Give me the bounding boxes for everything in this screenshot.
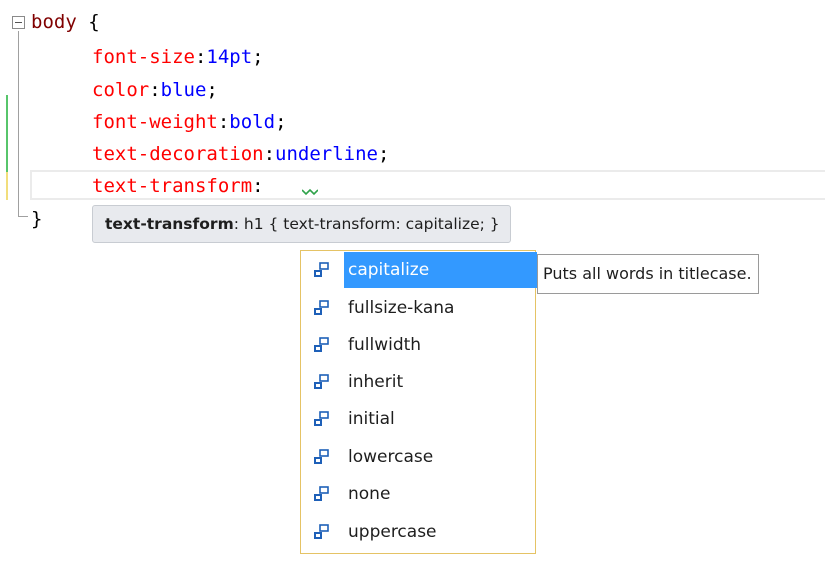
completion-item-label: none: [348, 484, 391, 504]
quick-info-tooltip: text-transform: h1 { text-transform: cap…: [92, 205, 511, 243]
completion-item-label: uppercase: [348, 522, 437, 542]
warning-squiggle-icon: [302, 188, 318, 196]
completion-item-uppercase[interactable]: uppercase: [304, 514, 534, 550]
code-line-selector[interactable]: body {: [31, 7, 100, 37]
completion-item-label: fullwidth: [348, 335, 422, 355]
code-line-declaration[interactable]: text-decoration:underline;: [92, 139, 389, 169]
quick-info-example: h1 { text-transform: capitalize; }: [243, 215, 500, 233]
property-value-icon: [314, 411, 329, 426]
close-brace: }: [31, 208, 43, 230]
css-value: underline: [275, 143, 378, 165]
completion-item-label: lowercase: [348, 447, 434, 467]
completion-item-label: initial: [348, 409, 395, 429]
css-selector: body: [31, 11, 77, 33]
code-line-declaration[interactable]: color:blue;: [92, 75, 218, 105]
completion-item-none[interactable]: none: [304, 476, 534, 512]
completion-list[interactable]: capitalize fullsize-kana fullwidth inher…: [300, 250, 537, 554]
completion-item-initial[interactable]: initial: [304, 401, 534, 437]
completion-item-fullsize-kana[interactable]: fullsize-kana: [304, 290, 534, 326]
completion-item-label: inherit: [348, 372, 404, 392]
colon: :: [194, 46, 207, 68]
completion-item-inherit[interactable]: inherit: [304, 364, 534, 400]
css-property: font-size: [92, 46, 195, 68]
completion-item-label: capitalize: [344, 252, 537, 288]
property-value-icon: [314, 262, 329, 277]
completion-item-label: fullsize-kana: [348, 298, 455, 318]
completion-description-tooltip: Puts all words in titlecase.: [537, 254, 759, 294]
colon: :: [252, 175, 264, 197]
css-value: 14pt: [206, 46, 253, 68]
colon: :: [263, 143, 276, 165]
property-value-icon: [314, 486, 329, 501]
colon: :: [149, 79, 161, 101]
quick-info-property: text-transform: [105, 215, 234, 233]
outline-guide-end: [18, 216, 28, 217]
css-property: text-decoration: [92, 143, 264, 165]
change-marker-saved: [6, 95, 8, 175]
css-property: color: [92, 79, 150, 101]
property-value-icon: [314, 524, 329, 539]
semicolon: ;: [275, 111, 287, 133]
property-value-icon: [314, 449, 329, 464]
css-value: blue: [160, 79, 207, 101]
open-brace: {: [88, 11, 100, 33]
property-value-icon: [314, 300, 329, 315]
semicolon: ;: [378, 143, 390, 165]
property-value-icon: [314, 337, 329, 352]
css-value: bold: [229, 111, 276, 133]
code-line-declaration[interactable]: font-weight:bold;: [92, 107, 287, 137]
code-line-close[interactable]: }: [31, 204, 42, 234]
completion-item-fullwidth[interactable]: fullwidth: [304, 327, 534, 363]
css-property: font-weight: [92, 111, 218, 133]
change-marker-unsaved: [6, 172, 8, 200]
css-property: text-transform: [92, 175, 253, 197]
outline-guide: [18, 31, 19, 217]
completion-item-capitalize[interactable]: capitalize: [304, 252, 537, 288]
property-value-icon: [314, 374, 329, 389]
semicolon: ;: [252, 46, 264, 68]
collapse-toggle-icon[interactable]: [12, 16, 25, 29]
code-line-declaration-active[interactable]: text-transform:: [92, 171, 264, 201]
semicolon: ;: [206, 79, 218, 101]
code-line-declaration[interactable]: font-size:14pt;: [92, 42, 264, 72]
completion-item-lowercase[interactable]: lowercase: [304, 439, 534, 475]
colon: :: [217, 111, 230, 133]
quick-info-separator: :: [233, 215, 239, 233]
